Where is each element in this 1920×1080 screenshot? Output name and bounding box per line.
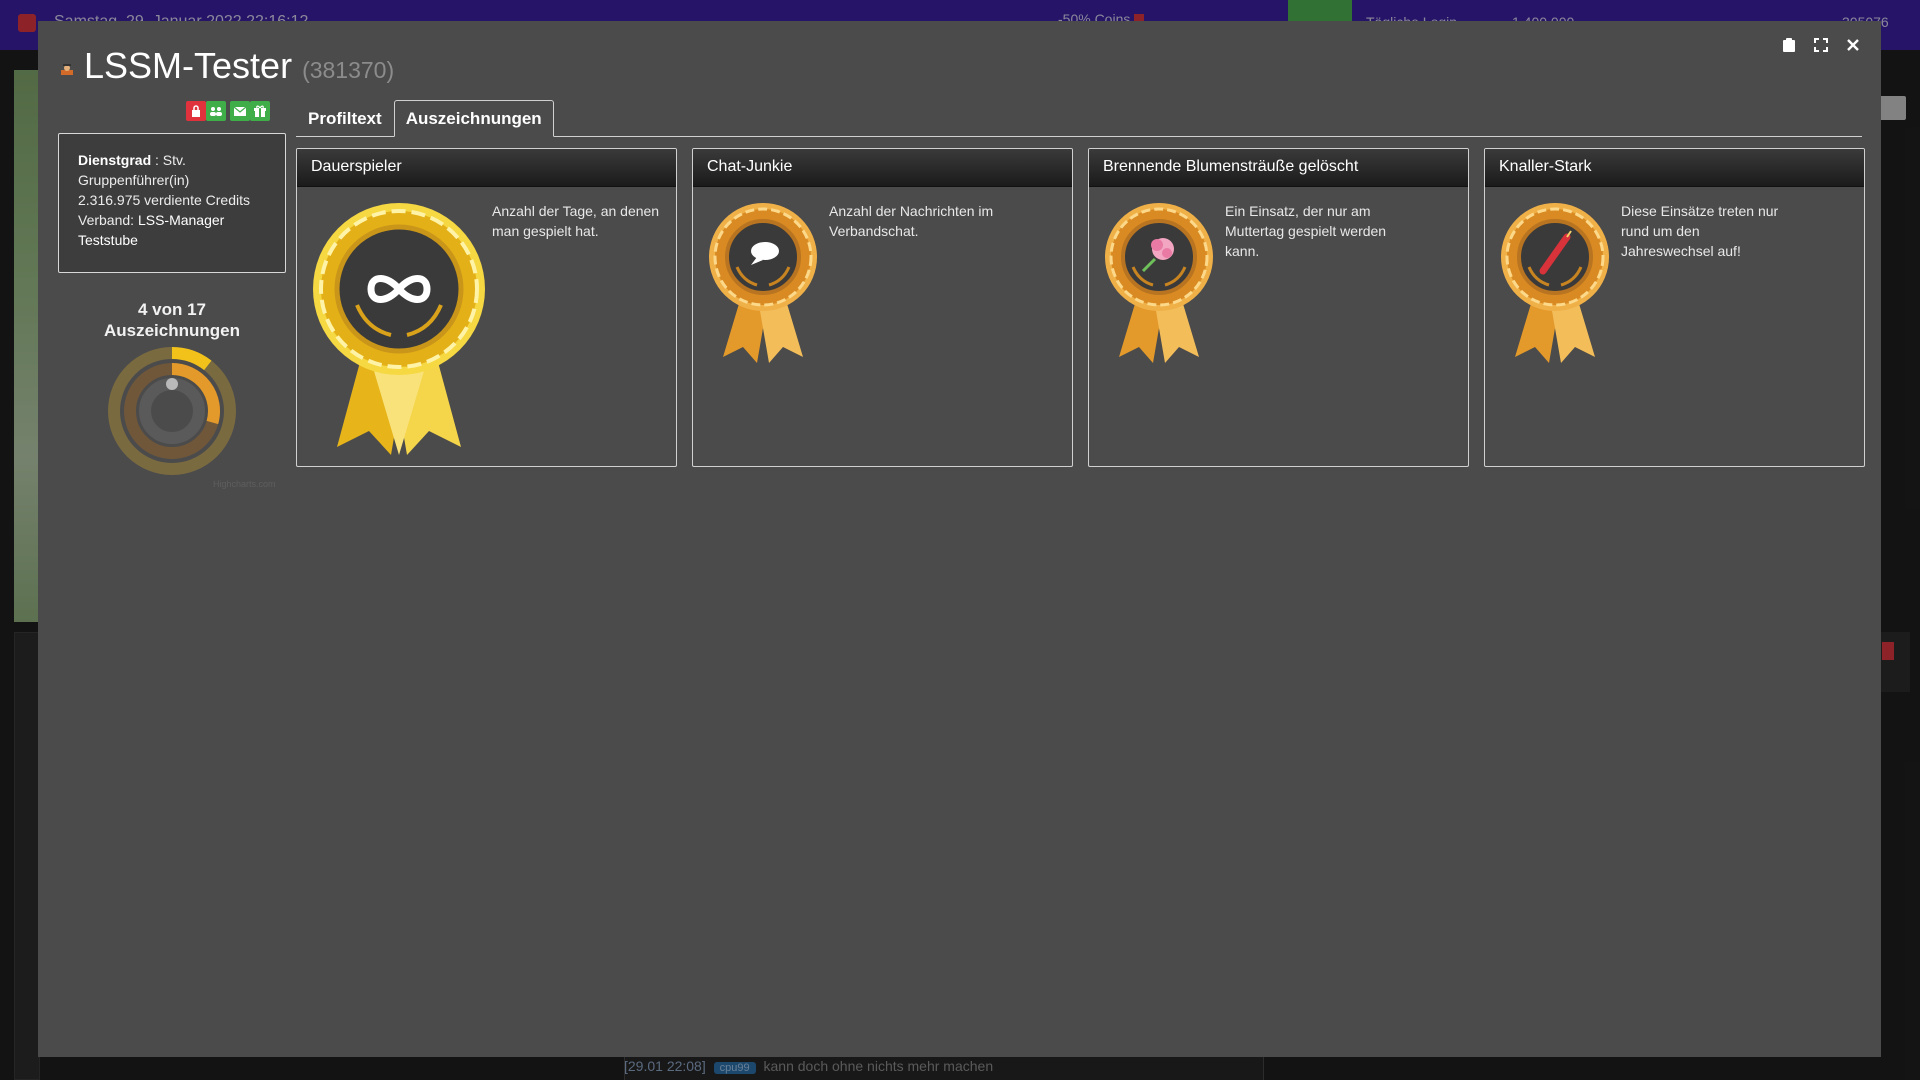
donut-inner-track <box>139 378 205 444</box>
awards-count: 4 von 17 Auszeichnungen <box>58 299 286 341</box>
award-card-knaller-stark: Knaller-Stark Diese Einsätze treten nur … <box>1484 148 1865 467</box>
flower-bouquet-icon <box>1105 203 1213 363</box>
award-description: Diese Einsätze treten nur rund um den Ja… <box>1621 203 1779 259</box>
awards-count-number: 4 von 17 <box>137 300 207 319</box>
tab-auszeichnungen[interactable]: Auszeichnungen <box>393 100 554 137</box>
user-rank-icon <box>61 64 73 75</box>
award-description: Anzahl der Nachrichten im Verbandschat. <box>829 203 994 239</box>
awards-donut-chart[interactable] <box>104 343 240 479</box>
expand-icon[interactable] <box>1813 37 1829 53</box>
credits-line: 2.316.975 verdiente Credits <box>78 192 250 208</box>
profile-modal: LSSM-Tester (381370) Dienstgrad: Stv. G… <box>38 21 1881 1057</box>
users-icon <box>210 107 222 116</box>
profile-action-buttons <box>186 101 270 121</box>
window-controls <box>1781 37 1861 53</box>
award-title: Dauerspieler <box>297 149 676 187</box>
action-group-2 <box>230 101 270 121</box>
lock-icon <box>192 105 200 117</box>
award-card-chat-junkie: Chat-Junkie Anzahl der Nachrichten im Ve… <box>692 148 1073 467</box>
award-title: Chat-Junkie <box>693 149 1072 187</box>
award-description: Anzahl der Tage, an denen man gespielt h… <box>492 203 660 239</box>
block-user-button[interactable] <box>186 101 206 121</box>
award-title: Brennende Blumensträuße gelöscht <box>1089 149 1468 187</box>
send-message-button[interactable] <box>230 101 250 121</box>
gift-icon <box>254 105 266 117</box>
rank-line: Dienstgrad : Stv. Gruppenführer(in) <box>78 152 190 188</box>
add-friend-button[interactable] <box>206 101 226 121</box>
rank-label: Dienstgrad <box>78 152 152 168</box>
envelope-icon <box>234 106 246 116</box>
modal-header: LSSM-Tester (381370) <box>60 45 394 95</box>
tab-profiltext[interactable]: Profiltext <box>296 100 394 136</box>
profile-tabs: Profiltext Auszeichnungen <box>296 100 1862 137</box>
page-title: LSSM-Tester <box>84 45 293 86</box>
chart-credit[interactable]: Highcharts.com <box>213 479 276 489</box>
award-cards: Dauerspieler Anzahl der Tage, an denen m… <box>296 148 1865 467</box>
alliance-line: Verband: LSS-Manager Teststube <box>78 210 266 250</box>
speech-bubble-icon <box>709 203 817 363</box>
close-icon[interactable] <box>1845 37 1861 53</box>
user-id: (381370) <box>302 57 395 83</box>
action-group-1 <box>186 101 226 121</box>
award-card-dauerspieler: Dauerspieler Anzahl der Tage, an denen m… <box>296 148 677 467</box>
firecracker-icon <box>1501 203 1609 363</box>
award-description: Ein Einsatz, der nur am Muttertag gespie… <box>1225 203 1387 259</box>
donut-inner-marker <box>166 378 178 390</box>
award-card-blumenstraeusse: Brennende Blumensträuße gelöscht Ein Ein… <box>1088 148 1469 467</box>
send-gift-button[interactable] <box>250 101 270 121</box>
clipboard-icon[interactable] <box>1781 37 1797 53</box>
alliance-label: Verband: <box>78 212 135 228</box>
profile-info-box: Dienstgrad : Stv. Gruppenführer(in) 2.31… <box>58 133 286 273</box>
infinity-icon <box>313 203 485 455</box>
award-title: Knaller-Stark <box>1485 149 1864 187</box>
awards-count-label: Auszeichnungen <box>103 321 240 340</box>
